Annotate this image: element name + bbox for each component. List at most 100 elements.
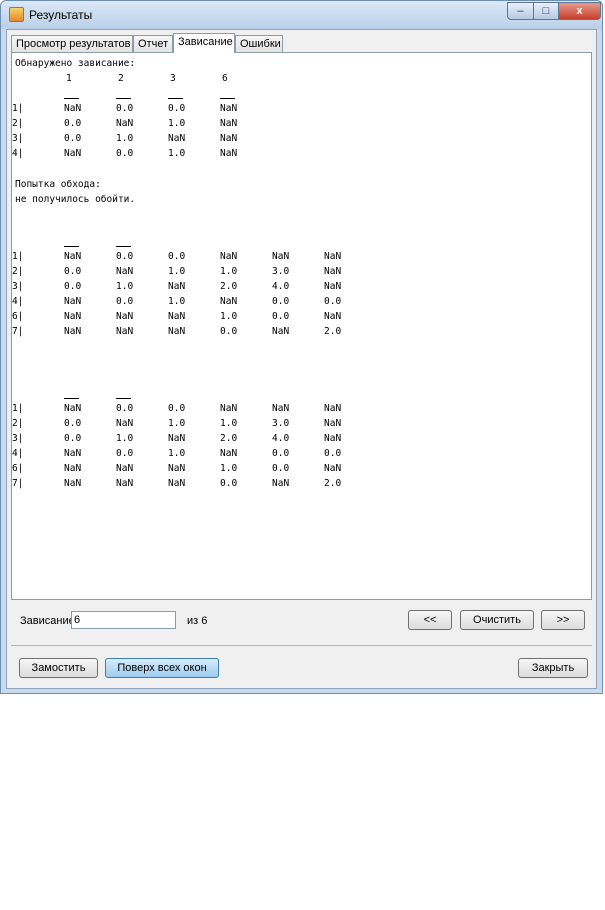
matrix-cell: 1.0	[168, 418, 186, 429]
matrix-cell: 0.0	[324, 448, 342, 459]
matrix-cell: NaN	[220, 251, 238, 262]
matrix-cell: 1.0	[116, 133, 134, 144]
matrix-cell: 0.0	[168, 103, 186, 114]
tab-results-view[interactable]: Просмотр результатов	[11, 35, 133, 52]
matrix-cell: NaN	[116, 326, 134, 337]
matrix-cell: 0.0	[64, 418, 82, 429]
java-app-icon	[9, 7, 24, 22]
matrix-cell: NaN	[324, 266, 342, 277]
matrix-cell: NaN	[116, 478, 134, 489]
results-window: Результаты – □ x Просмотр результатов От…	[0, 0, 603, 694]
tab-report[interactable]: Отчет	[133, 35, 173, 52]
always-on-top-button[interactable]: Поверх всех окон	[105, 658, 219, 678]
matrix-cell: NaN	[116, 266, 134, 277]
matrix-1-col-header: 3	[170, 73, 176, 84]
overline-mark	[168, 98, 183, 99]
matrix-cell: NaN	[64, 103, 82, 114]
row-label: 4|	[12, 296, 24, 307]
matrix-cell: 0.0	[272, 296, 290, 307]
tab-errors[interactable]: Ошибки	[235, 35, 283, 52]
matrix-cell: 1.0	[168, 118, 186, 129]
matrix-cell: 1.0	[116, 433, 134, 444]
matrix-cell: NaN	[168, 326, 186, 337]
matrix-cell: 1.0	[220, 463, 238, 474]
matrix-cell: NaN	[220, 118, 238, 129]
matrix-cell: NaN	[324, 251, 342, 262]
matrix-cell: NaN	[64, 311, 82, 322]
matrix-cell: NaN	[220, 403, 238, 414]
overline-mark	[116, 246, 131, 247]
overline-mark	[220, 98, 235, 99]
matrix-cell: 0.0	[64, 433, 82, 444]
tab-hang[interactable]: Зависание	[173, 33, 235, 53]
matrix-cell: NaN	[64, 403, 82, 414]
divider	[11, 645, 592, 646]
matrix-cell: 1.0	[168, 266, 186, 277]
matrix-cell: NaN	[324, 433, 342, 444]
matrix-cell: 0.0	[220, 326, 238, 337]
previous-button[interactable]: <<	[408, 610, 452, 630]
matrix-cell: NaN	[64, 326, 82, 337]
matrix-cell: NaN	[64, 296, 82, 307]
matrix-cell: 0.0	[168, 403, 186, 414]
matrix-cell: 0.0	[64, 133, 82, 144]
matrix-cell: NaN	[272, 326, 290, 337]
row-label: 1|	[12, 103, 24, 114]
matrix-cell: 0.0	[168, 251, 186, 262]
row-label: 7|	[12, 326, 24, 337]
attempt-result: не получилось обойти.	[15, 194, 136, 205]
matrix-1-col-header: 2	[118, 73, 124, 84]
matrix-cell: 0.0	[272, 463, 290, 474]
matrix-cell: NaN	[220, 133, 238, 144]
matrix-cell: 1.0	[220, 266, 238, 277]
row-label: 3|	[12, 133, 24, 144]
matrix-cell: NaN	[168, 311, 186, 322]
close-button[interactable]: Закрыть	[518, 658, 588, 678]
row-label: 3|	[12, 281, 24, 292]
matrix-cell: 2.0	[324, 326, 342, 337]
matrix-1-col-header: 1	[66, 73, 72, 84]
row-label: 2|	[12, 266, 24, 277]
matrix-cell: NaN	[272, 403, 290, 414]
matrix-cell: NaN	[220, 148, 238, 159]
title-bar[interactable]: Результаты – □ x	[1, 1, 602, 29]
matrix-cell: 4.0	[272, 433, 290, 444]
maximize-button[interactable]: □	[533, 2, 559, 20]
matrix-cell: NaN	[324, 403, 342, 414]
row-label: 4|	[12, 448, 24, 459]
row-label: 1|	[12, 403, 24, 414]
matrix-cell: NaN	[168, 281, 186, 292]
overline-mark	[116, 398, 131, 399]
hang-heading: Обнаружено зависание:	[15, 58, 136, 69]
matrix-cell: 0.0	[324, 296, 342, 307]
matrix-cell: NaN	[272, 251, 290, 262]
minimize-button[interactable]: –	[507, 2, 534, 20]
matrix-cell: 0.0	[272, 311, 290, 322]
clear-button[interactable]: Очистить	[460, 610, 534, 630]
window-client-area: Просмотр результатов Отчет Зависание Оши…	[6, 29, 597, 689]
matrix-cell: 0.0	[220, 478, 238, 489]
next-button[interactable]: >>	[541, 610, 585, 630]
hang-label: Зависание	[20, 615, 75, 627]
row-label: 4|	[12, 148, 24, 159]
matrix-cell: NaN	[168, 433, 186, 444]
matrix-cell: 0.0	[64, 266, 82, 277]
matrix-cell: NaN	[64, 148, 82, 159]
close-window-button[interactable]: x	[558, 2, 601, 20]
tile-button[interactable]: Замостить	[19, 658, 98, 678]
hang-report-text-area[interactable]: Обнаружено зависание: 1 2 3 6 1| NaN 0.0 0.…	[11, 52, 592, 600]
matrix-cell: 3.0	[272, 266, 290, 277]
matrix-1-col-header: 6	[222, 73, 228, 84]
row-label: 2|	[12, 418, 24, 429]
matrix-cell: 0.0	[116, 251, 134, 262]
matrix-cell: 1.0	[168, 448, 186, 459]
row-label: 7|	[12, 478, 24, 489]
overline-mark	[116, 98, 131, 99]
hang-number-field[interactable]: 6	[71, 611, 176, 629]
matrix-cell: NaN	[324, 463, 342, 474]
window-title: Результаты	[29, 8, 93, 22]
matrix-cell: NaN	[64, 463, 82, 474]
matrix-cell: NaN	[168, 478, 186, 489]
matrix-cell: 0.0	[116, 448, 134, 459]
matrix-cell: NaN	[324, 281, 342, 292]
